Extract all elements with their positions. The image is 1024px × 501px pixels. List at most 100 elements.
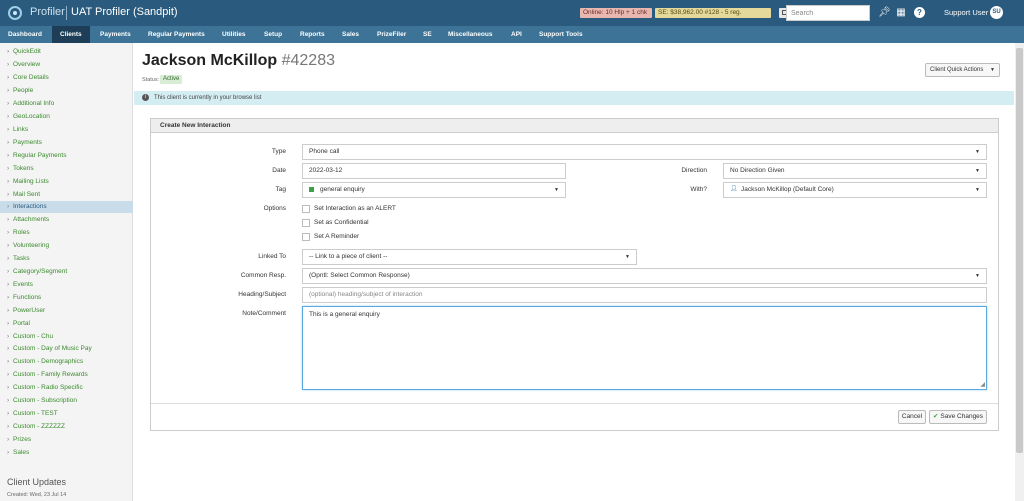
sidebar-item-attachments[interactable]: › Attachments: [0, 214, 133, 226]
help-icon[interactable]: ?: [914, 7, 925, 18]
sidebar-item-category-segment[interactable]: › Category/Segment: [0, 266, 133, 278]
page-title: Jackson McKillop #42283: [142, 52, 335, 70]
sidebar-item-custom-radio-specific[interactable]: › Custom - Radio Specific: [0, 382, 133, 394]
linked-to-select[interactable]: -- Link to a piece of client -- ▼: [302, 249, 637, 265]
browse-list-info-bar: i This client is currently in your browse…: [134, 91, 1014, 105]
tag-select[interactable]: general enquiry ▼: [302, 182, 566, 198]
confidential-checkbox[interactable]: [302, 219, 310, 227]
header-divider: [66, 6, 67, 20]
top-header: Profiler UAT Profiler (Sandpit) Online: …: [0, 0, 1024, 26]
nav-utilities[interactable]: Utilities: [214, 26, 253, 43]
sidebar-item-volunteering[interactable]: › Volunteering: [0, 240, 133, 252]
sidebar-item-poweruser[interactable]: › PowerUser: [0, 305, 133, 317]
checkmark-icon: ✔: [932, 413, 939, 420]
profiler-logo-icon[interactable]: [8, 6, 22, 20]
sidebar-item-custom-test[interactable]: › Custom - TEST: [0, 408, 133, 420]
sidebar-item-functions[interactable]: › Functions: [0, 292, 133, 304]
app-name[interactable]: Profiler: [30, 6, 65, 18]
sidebar-item-prizes[interactable]: › Prizes: [0, 434, 133, 446]
nav-setup[interactable]: Setup: [256, 26, 290, 43]
nav-miscellaneous[interactable]: Miscellaneous: [440, 26, 500, 43]
nav-support-tools[interactable]: Support Tools: [531, 26, 591, 43]
sidebar-item-custom-chu[interactable]: › Custom - Chu: [0, 331, 133, 343]
with-select[interactable]: 👤︎ Jackson McKillop (Default Core) ▼: [723, 182, 987, 198]
sidebar-item-overview[interactable]: › Overview: [0, 59, 133, 71]
nav-sales[interactable]: Sales: [334, 26, 367, 43]
confidential-checkbox-label[interactable]: Set as Confidential: [314, 219, 369, 226]
client-updates-heading: Client Updates: [7, 477, 67, 487]
sidebar-item-custom-subscription[interactable]: › Custom - Subscription: [0, 395, 133, 407]
sidebar-item-payments[interactable]: › Payments: [0, 137, 133, 149]
direction-select[interactable]: No Direction Given ▼: [723, 163, 987, 179]
date-label: Date: [272, 167, 286, 174]
sidebar-item-custom-demographics[interactable]: › Custom - Demographics: [0, 356, 133, 368]
reminder-checkbox[interactable]: [302, 233, 310, 241]
scrollbar-thumb[interactable]: [1016, 48, 1023, 453]
common-resp-select[interactable]: (Opntl: Select Common Response) ▼: [302, 268, 987, 284]
nav-payments[interactable]: Payments: [92, 26, 139, 43]
calendar-icon[interactable]: ▦: [896, 7, 906, 19]
linked-to-label: Linked To: [258, 253, 286, 260]
online-status-badge[interactable]: Online: 10 Hlp + 1 chk: [580, 8, 652, 18]
heading-label: Heading/Subject: [238, 291, 286, 298]
se-summary-badge[interactable]: SE: $38,962.00 #128 - 5 reg.: [655, 8, 771, 18]
avatar[interactable]: SU: [990, 6, 1003, 19]
date-field[interactable]: 2022-03-12: [302, 163, 566, 179]
user-icon: 👤︎: [730, 186, 738, 193]
search-input[interactable]: [786, 5, 870, 21]
sidebar-item-mailing-lists[interactable]: › Mailing Lists: [0, 176, 133, 188]
sidebar-item-geolocation[interactable]: › GeoLocation: [0, 111, 133, 123]
reminder-checkbox-label[interactable]: Set A Reminder: [314, 233, 359, 240]
sidebar-item-additional-info[interactable]: › Additional Info: [0, 98, 133, 110]
caret-down-icon: ▼: [975, 149, 980, 155]
sidebar-item-links[interactable]: › Links: [0, 124, 133, 136]
heading-input[interactable]: (optional) heading/subject of interactio…: [302, 287, 987, 303]
sidebar-item-sales[interactable]: › Sales: [0, 447, 133, 459]
alert-checkbox[interactable]: [302, 205, 310, 213]
pin-icon[interactable]: 📌︎: [878, 7, 891, 19]
common-resp-label: Common Resp.: [240, 272, 286, 279]
sidebar-item-custom-family-rewards[interactable]: › Custom - Family Rewards: [0, 369, 133, 381]
nav-se[interactable]: SE: [415, 26, 440, 43]
note-textarea[interactable]: This is a general enquiry ◢: [302, 306, 987, 390]
sidebar-item-portal[interactable]: › Portal: [0, 318, 133, 330]
resize-handle-icon[interactable]: ◢: [980, 381, 985, 388]
sidebar-item-people[interactable]: › People: [0, 85, 133, 97]
client-name: Jackson McKillop: [142, 52, 278, 69]
sidebar-item-roles[interactable]: › Roles: [0, 227, 133, 239]
type-select[interactable]: Phone call ▼: [302, 144, 987, 160]
sidebar-item-tasks[interactable]: › Tasks: [0, 253, 133, 265]
sidebar-item-quickedit[interactable]: › QuickEdit: [0, 46, 133, 58]
nav-dashboard[interactable]: Dashboard: [0, 26, 50, 43]
sidebar-item-custom-day-of-music-pay[interactable]: › Custom - Day of Music Pay: [0, 343, 133, 355]
user-name[interactable]: Support User: [944, 8, 988, 17]
info-icon: i: [142, 93, 149, 101]
sidebar-item-interactions[interactable]: › Interactions: [0, 201, 133, 213]
created-date: Created: Wed, 23 Jul 14: [7, 492, 67, 498]
save-button[interactable]: ✔ Save Changes: [929, 410, 987, 424]
sidebar-item-regular-payments[interactable]: › Regular Payments: [0, 150, 133, 162]
nav-clients[interactable]: Clients: [52, 26, 90, 43]
nav-prizefiler[interactable]: PrizeFiler: [369, 26, 414, 43]
sidebar-item-tokens[interactable]: › Tokens: [0, 163, 133, 175]
panel-footer-divider: [151, 403, 998, 404]
sidebar-item-events[interactable]: › Events: [0, 279, 133, 291]
tag-color-swatch: [309, 186, 314, 192]
direction-label: Direction: [681, 167, 707, 174]
status-badge: Active: [160, 75, 183, 84]
alert-checkbox-label[interactable]: Set Interaction as an ALERT: [314, 205, 396, 212]
caret-down-icon: ▼: [554, 187, 559, 193]
client-id: #42283: [281, 52, 335, 69]
site-name[interactable]: UAT Profiler (Sandpit): [71, 6, 178, 18]
nav-reports[interactable]: Reports: [292, 26, 333, 43]
sidebar-item-mail-sent[interactable]: › Mail Sent: [0, 189, 133, 201]
client-sidebar: › QuickEdit › Overview › Core Details › Peop…: [0, 43, 133, 501]
sidebar-item-core-details[interactable]: › Core Details: [0, 72, 133, 84]
client-quick-actions-button[interactable]: Client Quick Actions ▼: [925, 63, 1000, 77]
sidebar-item-custom-zzzzzz[interactable]: › Custom - ZZZZZZ: [0, 421, 133, 433]
caret-down-icon: ▼: [975, 273, 980, 279]
panel-title: Create New Interaction: [151, 119, 998, 133]
nav-api[interactable]: API: [503, 26, 530, 43]
cancel-button[interactable]: Cancel: [898, 410, 926, 424]
nav-regular-payments[interactable]: Regular Payments: [140, 26, 213, 43]
